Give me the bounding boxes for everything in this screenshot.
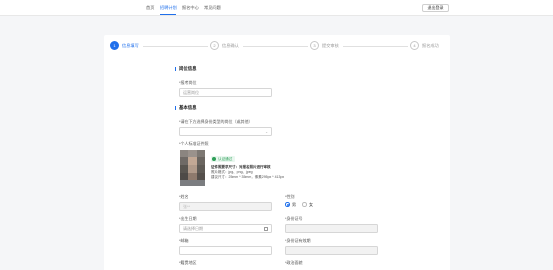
step-connector: [143, 45, 208, 47]
id-valid-input[interactable]: [285, 246, 378, 255]
gender-female-label: 女: [309, 202, 313, 207]
name-input[interactable]: 张**: [179, 202, 272, 211]
photo-verified-badge: 认证通过: [211, 156, 236, 162]
gender-label: *性别: [285, 194, 295, 199]
gender-male-radio[interactable]: [285, 202, 290, 207]
top-navigation-bar: 首页 招聘计划 报名中心 常见问题 退出登录: [0, 0, 553, 16]
logout-button[interactable]: 退出登录: [422, 4, 449, 12]
photo-label: *个人标准证件照: [179, 141, 209, 146]
section-title-position: 岗位信息: [175, 66, 197, 72]
name-label: *姓名: [179, 194, 189, 199]
step-1-label: 信息填写: [122, 43, 139, 48]
nav-faq[interactable]: 常见问题: [204, 5, 221, 11]
birth-label: *出生日期: [179, 216, 197, 221]
step-4-label: 报名成功: [422, 43, 439, 48]
step-connector: [243, 45, 308, 47]
id-type-select[interactable]: ⌄: [179, 127, 272, 136]
step-1-circle: 1: [110, 41, 119, 50]
position-label: *报考岗位: [179, 80, 197, 85]
check-circle-icon: [212, 156, 217, 161]
photo-requirement-size: 建议尺寸：25mm * 35mm，像素295px * 413px: [211, 175, 285, 179]
step-4-circle: 4: [410, 41, 419, 50]
email-label: *邮箱: [179, 238, 189, 243]
step-3-label: 提交审核: [322, 43, 339, 48]
id-number-input[interactable]: [285, 224, 378, 233]
calendar-icon: [264, 226, 268, 231]
email-input[interactable]: [179, 246, 272, 255]
section-title-basic: 基本信息: [175, 105, 197, 111]
gender-female-radio[interactable]: [302, 202, 307, 207]
gender-male-label: 男: [292, 202, 296, 207]
nav-registration-center[interactable]: 报名中心: [182, 5, 199, 11]
id-valid-label: *身份证有效期: [285, 238, 311, 243]
id-number-label: *身份证号: [285, 216, 303, 221]
native-place-label: *籍贯地区: [179, 260, 197, 265]
birth-date-placeholder: 请选择日期: [183, 225, 203, 231]
nav-home[interactable]: 首页: [146, 5, 154, 11]
step-2-circle: 2: [210, 41, 219, 50]
birth-date-input[interactable]: 请选择日期: [179, 224, 272, 233]
id-photo[interactable]: [180, 150, 205, 186]
chevron-down-icon: ⌄: [265, 130, 268, 134]
form-card: [104, 35, 450, 270]
step-3-circle: 3: [310, 41, 319, 50]
photo-verified-text: 认证通过: [218, 156, 233, 161]
active-nav-underline: [160, 14, 176, 16]
position-input[interactable]: 运营岗位: [179, 88, 272, 97]
step-connector: [343, 45, 408, 47]
nav-recruit-plan[interactable]: 招聘计划: [160, 5, 177, 11]
id-type-label: *请在下方选择身份类型的岗位（或其他）: [179, 119, 253, 124]
political-status-label: *政治面貌: [285, 260, 303, 265]
step-2-label: 信息确认: [222, 43, 239, 48]
